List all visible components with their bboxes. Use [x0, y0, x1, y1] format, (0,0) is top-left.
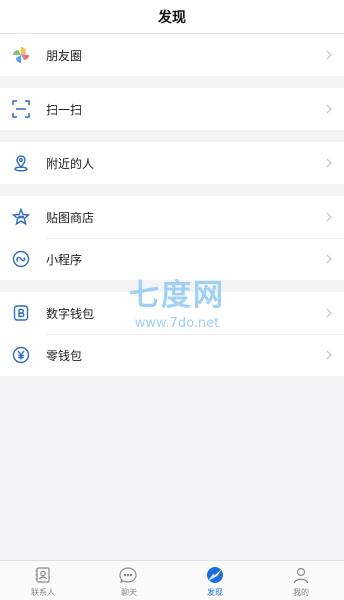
- chevron-right-icon: [324, 348, 334, 362]
- tab-label: 发现: [207, 587, 223, 597]
- menu-item-sticker-store[interactable]: 贴图商店: [0, 196, 344, 238]
- menu-item-label: 扫一扫: [46, 102, 83, 117]
- menu-item-label: 朋友圈: [46, 48, 83, 63]
- tab-contacts[interactable]: 联系人: [0, 561, 86, 600]
- tab-chat[interactable]: 聊天: [86, 561, 172, 600]
- menu-item-moments[interactable]: 朋友圈: [0, 34, 344, 76]
- tab-profile[interactable]: 我的: [258, 561, 344, 600]
- menu-item-nearby-people[interactable]: 附近的人: [0, 142, 344, 184]
- menu-item-change-wallet[interactable]: 零钱包: [0, 334, 344, 376]
- location-pin-icon: [10, 152, 32, 174]
- tab-label: 聊天: [121, 587, 137, 597]
- bottom-tab-bar: 联系人 聊天 发现 我的: [0, 560, 344, 600]
- menu-item-label: 小程序: [46, 252, 83, 267]
- digital-wallet-icon: [10, 302, 32, 324]
- menu-item-digital-wallet[interactable]: 数字钱包: [0, 292, 344, 334]
- scan-icon: [10, 98, 32, 120]
- menu-group-wallets: 数字钱包 零钱包: [0, 292, 344, 376]
- menu-item-label: 附近的人: [46, 156, 95, 171]
- tab-label: 联系人: [31, 587, 55, 597]
- mini-program-icon: [10, 248, 32, 270]
- chevron-right-icon: [324, 48, 334, 62]
- menu-group-scan: 扫一扫: [0, 88, 344, 130]
- chevron-right-icon: [324, 252, 334, 266]
- moments-icon: [10, 44, 32, 66]
- menu-group-nearby: 附近的人: [0, 142, 344, 184]
- page-title: 发现: [158, 9, 186, 26]
- top-bar: 发现: [0, 0, 344, 34]
- menu-item-label: 贴图商店: [46, 210, 95, 225]
- chat-icon: [118, 564, 140, 586]
- yuan-wallet-icon: [10, 344, 32, 366]
- chevron-right-icon: [324, 306, 334, 320]
- menu-group-stickers-programs: 贴图商店 小程序: [0, 196, 344, 280]
- tab-discover[interactable]: 发现: [172, 561, 258, 600]
- menu-item-label: 零钱包: [46, 348, 83, 363]
- menu-item-label: 数字钱包: [46, 306, 95, 321]
- discover-icon: [204, 564, 226, 586]
- sticker-store-icon: [10, 206, 32, 228]
- menu-group-moments: 朋友圈: [0, 34, 344, 76]
- tab-label: 我的: [293, 587, 309, 597]
- menu-item-scan[interactable]: 扫一扫: [0, 88, 344, 130]
- profile-icon: [290, 564, 312, 586]
- contacts-icon: [32, 564, 54, 586]
- menu-item-mini-program[interactable]: 小程序: [0, 238, 344, 280]
- chevron-right-icon: [324, 102, 334, 116]
- chevron-right-icon: [324, 156, 334, 170]
- chevron-right-icon: [324, 210, 334, 224]
